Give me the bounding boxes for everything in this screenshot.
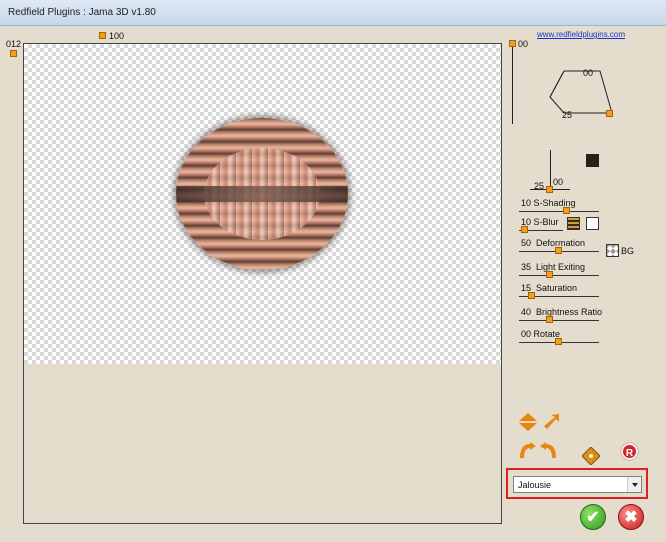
- slider-rotate[interactable]: [519, 338, 599, 346]
- preview-top-handle[interactable]: [99, 32, 106, 39]
- slider-s-shading[interactable]: [519, 207, 599, 215]
- preview-left-handle[interactable]: [10, 50, 17, 57]
- jama-3d-sphere: [176, 118, 348, 270]
- rotation-top-value: 00: [583, 68, 594, 78]
- slider-knob[interactable]: [563, 207, 570, 214]
- rotation-diagram-diagonal: [549, 70, 565, 98]
- slider-brightness-ratio[interactable]: [519, 316, 599, 324]
- light-vertical-line: [550, 150, 551, 188]
- slider-knob[interactable]: [555, 247, 562, 254]
- ok-button[interactable]: ✔: [580, 504, 606, 530]
- vertical-slider-handle[interactable]: [509, 40, 516, 47]
- preview-pane[interactable]: [23, 43, 502, 524]
- slider-knob[interactable]: [521, 226, 528, 233]
- rotation-handle[interactable]: [606, 110, 613, 117]
- slider-saturation[interactable]: [519, 292, 599, 300]
- bg-label: BG: [621, 246, 635, 256]
- vertical-slider-value: 00: [518, 39, 529, 49]
- effect-select-value: Jalousie: [518, 480, 552, 490]
- flip-vertical-icon[interactable]: [518, 412, 538, 432]
- transparent-canvas: [24, 44, 501, 364]
- light-handle[interactable]: [546, 186, 553, 193]
- slider-knob[interactable]: [546, 271, 553, 278]
- rotation-diagram-shape: [549, 70, 613, 114]
- color-swatch[interactable]: [586, 154, 599, 167]
- cancel-button[interactable]: ✖: [618, 504, 644, 530]
- website-link[interactable]: www.redfieldplugins.com: [537, 30, 625, 39]
- effect-select[interactable]: Jalousie: [513, 476, 642, 493]
- slider-s-blur[interactable]: [519, 226, 563, 234]
- slider-knob[interactable]: [546, 316, 553, 323]
- reset-button[interactable]: R: [621, 443, 638, 460]
- preview-top-value: 100: [109, 31, 125, 41]
- preview-left-value: 012: [6, 39, 22, 49]
- slider-deformation[interactable]: [519, 247, 599, 255]
- vertical-slider-track: [512, 47, 513, 124]
- bg-checker-icon[interactable]: [606, 244, 619, 257]
- expand-arrow-icon[interactable]: [543, 413, 561, 431]
- chevron-down-icon[interactable]: [627, 477, 641, 492]
- move-icon[interactable]: [582, 447, 600, 465]
- slider-knob[interactable]: [555, 338, 562, 345]
- window-title: Redfield Plugins : Jama 3D v1.80: [8, 7, 156, 18]
- slider-knob[interactable]: [528, 292, 535, 299]
- sphere-band: [176, 186, 348, 202]
- slider-light-exiting[interactable]: [519, 271, 599, 279]
- light-value-a: 00: [553, 177, 564, 187]
- rotation-bottom-value: 25: [562, 110, 573, 120]
- texture-icon[interactable]: [567, 217, 580, 230]
- white-swatch[interactable]: [586, 217, 599, 230]
- title-bar: Redfield Plugins : Jama 3D v1.80: [0, 0, 666, 26]
- rotate-arrows-icon[interactable]: [516, 442, 560, 458]
